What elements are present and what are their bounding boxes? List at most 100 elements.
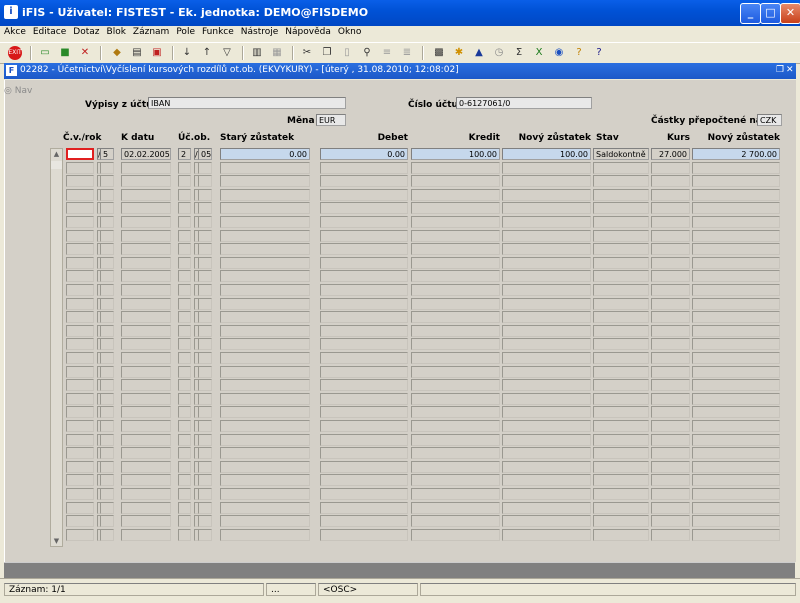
grid-cell[interactable] — [692, 406, 780, 419]
menu-akce[interactable]: Akce — [0, 26, 29, 37]
grid-cell[interactable] — [411, 338, 500, 351]
grid-cell[interactable] — [100, 161, 114, 174]
grid-cell[interactable] — [66, 392, 94, 405]
clock-icon[interactable]: ◷ — [492, 46, 506, 60]
paste-icon[interactable]: ▯ — [340, 46, 354, 60]
grid-cell[interactable] — [502, 256, 591, 269]
grid-cell[interactable] — [692, 297, 780, 310]
grid-cell[interactable] — [692, 175, 780, 188]
grid-cell[interactable] — [66, 501, 94, 514]
grid-cell[interactable] — [198, 460, 212, 473]
sum-icon[interactable]: Σ — [512, 46, 526, 60]
grid-cell[interactable] — [692, 270, 780, 283]
grid-cell[interactable] — [692, 338, 780, 351]
grid-cell[interactable] — [411, 324, 500, 337]
grid-cell[interactable] — [198, 284, 212, 296]
grid-cell[interactable] — [651, 406, 690, 419]
grid-cell[interactable] — [66, 420, 94, 432]
grid-cell[interactable] — [411, 433, 500, 446]
help-icon[interactable]: ? — [592, 46, 606, 60]
grid-cell[interactable] — [502, 297, 591, 310]
grid-cell[interactable] — [502, 488, 591, 500]
grid-cell[interactable] — [593, 324, 649, 337]
grid-cell[interactable] — [100, 297, 114, 310]
kurs-field[interactable]: 27.000 — [651, 148, 690, 160]
menu-blok[interactable]: Blok — [103, 26, 129, 37]
grid-cell[interactable] — [178, 433, 191, 446]
grid-cell[interactable] — [198, 433, 212, 446]
novy-field[interactable]: 100.00 — [502, 148, 591, 160]
grid-cell[interactable] — [502, 284, 591, 296]
grid-cell[interactable] — [220, 447, 310, 460]
grid-cell[interactable] — [220, 488, 310, 500]
stary-field[interactable]: 0.00 — [220, 148, 310, 160]
grid-cell[interactable] — [121, 528, 171, 541]
grid-cell[interactable] — [178, 243, 191, 256]
grid-cell[interactable] — [320, 270, 408, 283]
grid-cell[interactable] — [100, 474, 114, 487]
grid-cell[interactable] — [121, 474, 171, 487]
grid-cell[interactable] — [502, 216, 591, 228]
grid-cell[interactable] — [66, 460, 94, 473]
grid-cell[interactable] — [651, 256, 690, 269]
grid-cell[interactable] — [66, 528, 94, 541]
query-enter-icon[interactable]: ◆ — [110, 46, 124, 60]
grid-cell[interactable] — [692, 365, 780, 378]
grid-cell[interactable] — [198, 379, 212, 392]
grid-cell[interactable] — [178, 297, 191, 310]
print-icon[interactable]: ▥ — [250, 46, 264, 60]
grid-cell[interactable] — [178, 488, 191, 500]
grid-cell[interactable] — [121, 311, 171, 324]
grid-cell[interactable] — [502, 161, 591, 174]
grid-cell[interactable] — [178, 175, 191, 188]
grid-cell[interactable] — [100, 460, 114, 473]
grid-cell[interactable] — [66, 202, 94, 215]
grid-cell[interactable] — [66, 324, 94, 337]
grid-cell[interactable] — [411, 229, 500, 242]
grid-cell[interactable] — [198, 188, 212, 201]
grid-cell[interactable] — [593, 297, 649, 310]
grid-cell[interactable] — [593, 311, 649, 324]
excel-icon[interactable]: X — [532, 46, 546, 60]
grid-cell[interactable] — [100, 338, 114, 351]
grid-cell[interactable] — [502, 270, 591, 283]
query-cancel-icon[interactable]: ▣ — [150, 46, 164, 60]
grid-cell[interactable] — [220, 161, 310, 174]
menu-nastroje[interactable]: Nástroje — [237, 26, 282, 37]
grid-cell[interactable] — [198, 352, 212, 364]
grid-cell[interactable] — [692, 528, 780, 541]
grid-cell[interactable] — [100, 175, 114, 188]
grid-cell[interactable] — [66, 474, 94, 487]
grid-cell[interactable] — [100, 433, 114, 446]
grid-cell[interactable] — [100, 365, 114, 378]
grid-cell[interactable] — [692, 447, 780, 460]
castky-field[interactable]: CZK — [757, 114, 782, 126]
grid-cell[interactable] — [651, 324, 690, 337]
grid-cell[interactable] — [411, 243, 500, 256]
grid-cell[interactable] — [121, 270, 171, 283]
grid-cell[interactable] — [198, 256, 212, 269]
grid-cell[interactable] — [100, 311, 114, 324]
grid-cell[interactable] — [593, 528, 649, 541]
grid-cell[interactable] — [651, 270, 690, 283]
scroll-thumb[interactable] — [51, 161, 62, 169]
sort-asc-icon[interactable]: ↓ — [180, 46, 194, 60]
grid-cell[interactable] — [220, 297, 310, 310]
grid-cell[interactable] — [320, 284, 408, 296]
vypisy-field[interactable]: IBAN — [148, 97, 346, 109]
grid-cell[interactable] — [220, 188, 310, 201]
grid-cell[interactable] — [651, 460, 690, 473]
grid-cell[interactable] — [178, 311, 191, 324]
grid-cell[interactable] — [320, 501, 408, 514]
grid-cell[interactable] — [593, 365, 649, 378]
grid-cell[interactable] — [121, 338, 171, 351]
grid-cell[interactable] — [651, 188, 690, 201]
scroll-up-icon[interactable]: ▲ — [51, 149, 62, 159]
grid-cell[interactable] — [593, 501, 649, 514]
grid-cell[interactable] — [100, 324, 114, 337]
grid-cell[interactable] — [411, 202, 500, 215]
cut-icon[interactable]: ✂ — [300, 46, 314, 60]
grid-cell[interactable] — [320, 324, 408, 337]
grid-cell[interactable] — [593, 256, 649, 269]
grid-cell[interactable] — [502, 311, 591, 324]
